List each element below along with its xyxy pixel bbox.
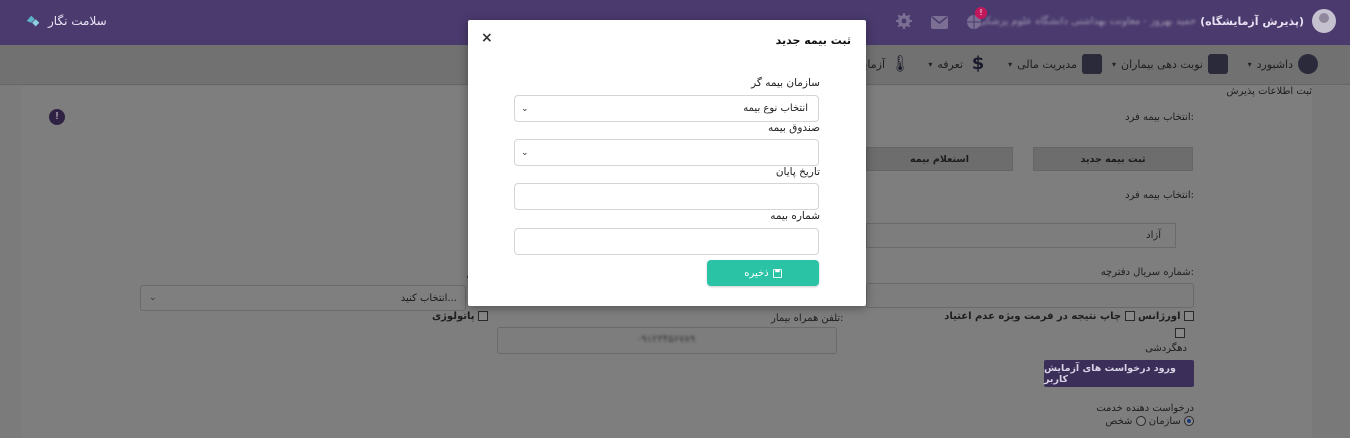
close-icon[interactable]: × [481, 30, 493, 46]
pathology-option[interactable]: پاتولوژی [432, 311, 488, 322]
nav-label: تعرفه [937, 57, 963, 71]
user-info-blurred: حمید بهروز - معاونت بهداشتی دانشگاه علوم… [977, 15, 1197, 27]
user-test-requests-button[interactable]: ورود درخواست های آزمایش کاربر [1044, 360, 1194, 387]
grid-icon [1208, 54, 1228, 74]
nav-item-finance[interactable]: ▾ مدیریت مالی [1008, 54, 1102, 74]
header-actions: حمید بهروز - معاونت بهداشتی دانشگاه علوم… [978, 9, 1336, 33]
chevron-down-icon: ⌄ [521, 103, 529, 114]
register-new-insurance-button[interactable]: ثبت بیمه جدید [1033, 147, 1193, 171]
print-format-option[interactable]: اورژانس چاپ نتیجه در فرمت ویژه عدم اعتیا… [944, 311, 1194, 322]
modal-title: ثبت بیمه جدید [775, 34, 851, 47]
thermometer-icon: 🌡 [890, 54, 911, 73]
dashboard-icon [1298, 54, 1318, 74]
print-format-label: چاپ نتیجه در فرمت ویژه عدم اعتیاد [944, 311, 1122, 322]
requester-org-label: سازمان [1148, 416, 1181, 427]
insurance-option-free[interactable]: آزاد [866, 223, 1176, 248]
chevron-down-icon: ⌄ [149, 293, 157, 303]
dollar-icon: $ [971, 53, 985, 74]
left-select-value: انتخاب کنید... [400, 292, 457, 304]
end-date-field[interactable] [514, 183, 819, 210]
requester-person-radio[interactable] [1184, 416, 1194, 426]
select-insurance-label: انتخاب بیمه فرد: [1125, 112, 1194, 123]
insurance-fund-select[interactable]: ⌄ [514, 139, 819, 166]
urgent-label: اورژانس [1138, 311, 1181, 322]
requester-org-radio[interactable] [1135, 416, 1146, 426]
pathology-checkbox[interactable] [477, 311, 488, 321]
end-date-label: تاریخ پایان [775, 166, 820, 178]
select-insurance-label: انتخاب بیمه فرد: [1125, 190, 1194, 201]
avatar[interactable] [1312, 9, 1336, 33]
chevron-down-icon: ▾ [1247, 59, 1252, 69]
user-role: (پذیرش آزمایشگاه) [1200, 14, 1304, 28]
insurance-fund-label: صندوق بیمه [768, 122, 820, 134]
service-requester-label: درخواست دهنده خدمت [1096, 403, 1194, 414]
print-format-checkbox[interactable] [1184, 311, 1194, 321]
brand-name: سلامت نگار [48, 14, 107, 28]
new-insurance-modal: ثبت بیمه جدید × سازمان بیمه گر ⌄ انتخاب … [468, 20, 866, 306]
nav-label: نوبت دهی بیماران [1120, 57, 1203, 71]
pathology-label: پاتولوژی [432, 311, 475, 322]
language-icon[interactable]: ! [965, 7, 987, 31]
nav-item-tariff[interactable]: ▾ تعرفه $ [928, 54, 988, 74]
nav-item-appointments[interactable]: ▾ نوبت دهی بیماران [1112, 54, 1228, 74]
notification-badge: ! [975, 7, 987, 19]
transgender-checkbox[interactable] [1175, 328, 1185, 338]
page-title: ثبت اطلاعات پذیرش [1226, 86, 1312, 97]
insurer-org-label: سازمان بیمه گر [751, 77, 820, 89]
right-gutter [1312, 86, 1350, 438]
service-requester-options: سازمان شخص [1105, 416, 1194, 427]
insurance-number-field[interactable] [514, 228, 819, 255]
nav-label: داشبورد [1256, 57, 1293, 71]
patient-phone-label: تلفن همراه بیمار: [771, 313, 844, 324]
end-date-input[interactable] [521, 184, 808, 209]
save-button[interactable]: ذخیره [707, 260, 819, 286]
mail-icon[interactable] [930, 13, 948, 31]
insurance-number-input[interactable] [521, 229, 808, 254]
credit-card-icon [1082, 54, 1102, 74]
floppy-disk-icon [772, 268, 782, 278]
nav-label: مدیریت مالی [1017, 57, 1077, 71]
requester-person-label: شخص [1105, 416, 1133, 427]
brand-logo-icon [26, 15, 40, 27]
notebook-serial-input[interactable] [866, 283, 1194, 308]
patient-phone-input[interactable]: ۰۹۱۲۳۴۵۶۷۸۹ [497, 327, 837, 354]
save-label: ذخیره [744, 267, 769, 279]
chevron-down-icon: ▾ [928, 59, 933, 69]
transgender-label: دهگردشی [1145, 343, 1187, 354]
gear-icon[interactable] [895, 12, 913, 30]
patient-phone-value: ۰۹۱۲۳۴۵۶۷۸۹ [636, 334, 696, 345]
insurance-number-label: شماره بیمه [770, 210, 820, 222]
left-select[interactable]: ⌄ انتخاب کنید... [140, 285, 466, 311]
chevron-down-icon: ▾ [1008, 59, 1013, 69]
chevron-down-icon: ▾ [1111, 59, 1116, 69]
insurance-value: آزاد [1146, 230, 1161, 241]
urgent-checkbox[interactable] [1124, 311, 1135, 321]
insurance-inquiry-button[interactable]: استعلام بیمه [866, 147, 1013, 171]
chevron-down-icon: ⌄ [521, 147, 529, 158]
insurer-org-value: انتخاب نوع بیمه [743, 103, 808, 114]
nav-item-dashboard[interactable]: ▾ داشبورد [1248, 54, 1318, 74]
brand[interactable]: سلامت نگار [24, 12, 107, 30]
info-icon[interactable]: ! [49, 109, 65, 125]
insurer-org-select[interactable]: ⌄ انتخاب نوع بیمه [514, 95, 819, 122]
notebook-serial-label: شماره سریال دفترچه: [1100, 267, 1194, 278]
